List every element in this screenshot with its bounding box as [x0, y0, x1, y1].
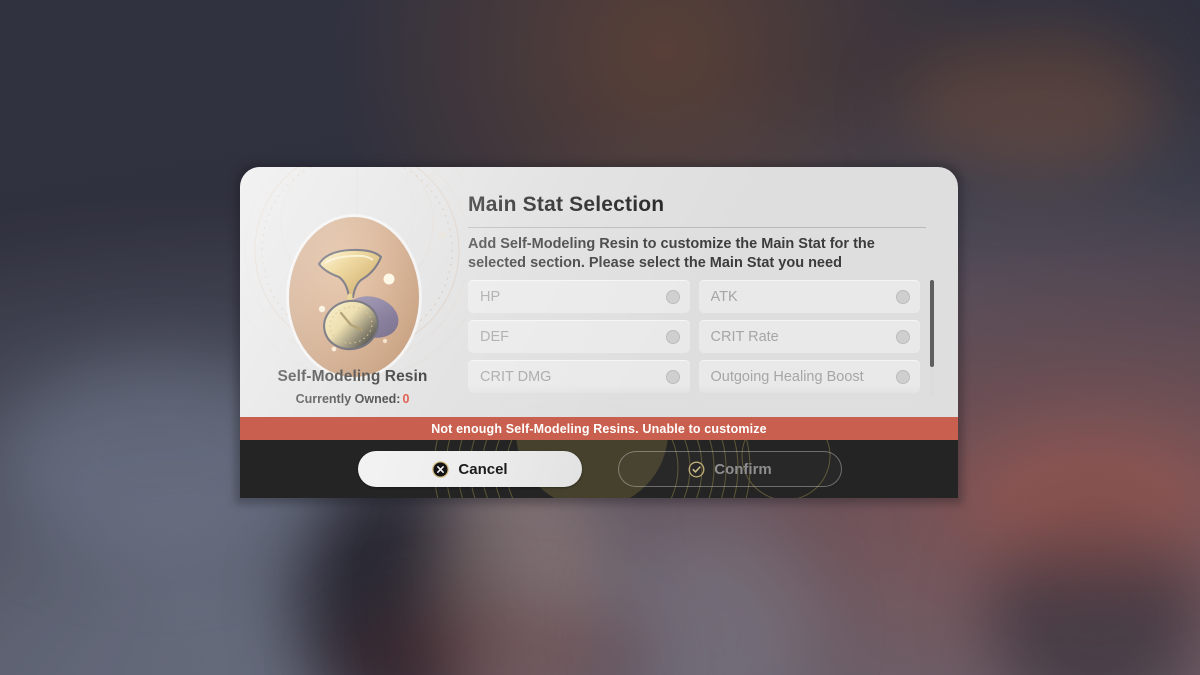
stat-option-radio[interactable] [896, 369, 910, 384]
stat-option-label: DEF [480, 328, 509, 345]
stat-option-row[interactable]: CRIT DMG [468, 360, 690, 393]
dialog-body: Self-Modeling Resin Currently Owned: 0 Ma… [240, 167, 958, 417]
confirm-button-label: Confirm [714, 460, 772, 478]
stat-option-label: HP [480, 288, 501, 305]
stat-option-row[interactable] [468, 400, 690, 405]
stat-option-radio[interactable] [665, 369, 680, 384]
main-stat-selection-dialog: Self-Modeling Resin Currently Owned: 0 Ma… [235, 163, 963, 504]
page-title: Main Stat Selection [468, 193, 665, 216]
stat-option-label: CRIT Rate [710, 328, 779, 345]
item-preview-pane: Self-Modeling Resin Currently Owned: 0 [240, 167, 465, 417]
confirm-button[interactable]: Confirm [618, 451, 842, 487]
stat-option-row[interactable] [698, 400, 920, 405]
stat-option-radio[interactable] [665, 329, 680, 344]
title-divider [468, 227, 926, 228]
currently-owned-count: 0 [402, 392, 410, 406]
scrollbar-thumb[interactable] [930, 280, 934, 367]
cancel-button[interactable]: Cancel [358, 451, 582, 487]
stat-option-label: CRIT DMG [480, 368, 552, 385]
stat-option-label: Outgoing Healing Boost [710, 368, 864, 385]
stat-option-row[interactable]: ATK [698, 280, 920, 313]
dialog-description: Add Self-Modeling Resin to customize the… [468, 236, 875, 271]
stat-option-row[interactable]: HP [468, 280, 690, 313]
footer-decoration [433, 440, 831, 498]
self-modeling-resin-icon [317, 248, 399, 352]
item-name-label: Self-Modeling Resin [277, 368, 428, 385]
stat-option-radio[interactable] [896, 329, 910, 344]
stat-option-radio[interactable] [665, 289, 680, 304]
check-circle-icon [688, 461, 705, 477]
currently-owned-row: Currently Owned: 0 [240, 392, 465, 406]
warning-banner: Not enough Self-Modeling Resins. Unable … [240, 417, 958, 440]
dialog-footer: Cancel Confirm [240, 440, 958, 498]
currently-owned-label: Currently Owned: [295, 392, 401, 406]
stat-options-grid: HP ATK DEF CRIT Rate CRIT DMG Outgoing Healin… [468, 280, 920, 405]
item-artwork [289, 217, 419, 377]
cancel-button-label: Cancel [458, 460, 508, 478]
stat-option-row[interactable]: CRIT Rate [698, 320, 920, 353]
dialog-content: Main Stat Selection Add Self-Modeling Re… [468, 167, 958, 417]
stat-option-row[interactable]: DEF [468, 320, 690, 353]
close-circle-icon [432, 460, 450, 478]
stat-option-row[interactable]: Outgoing Healing Boost [698, 360, 920, 393]
stat-option-radio[interactable] [896, 289, 910, 304]
stat-option-label: ATK [710, 288, 738, 305]
stat-options-scroll-area[interactable]: HP ATK DEF CRIT Rate CRIT DMG Outgoing Healin… [468, 280, 940, 405]
stat-list-scrollbar[interactable] [930, 280, 934, 398]
